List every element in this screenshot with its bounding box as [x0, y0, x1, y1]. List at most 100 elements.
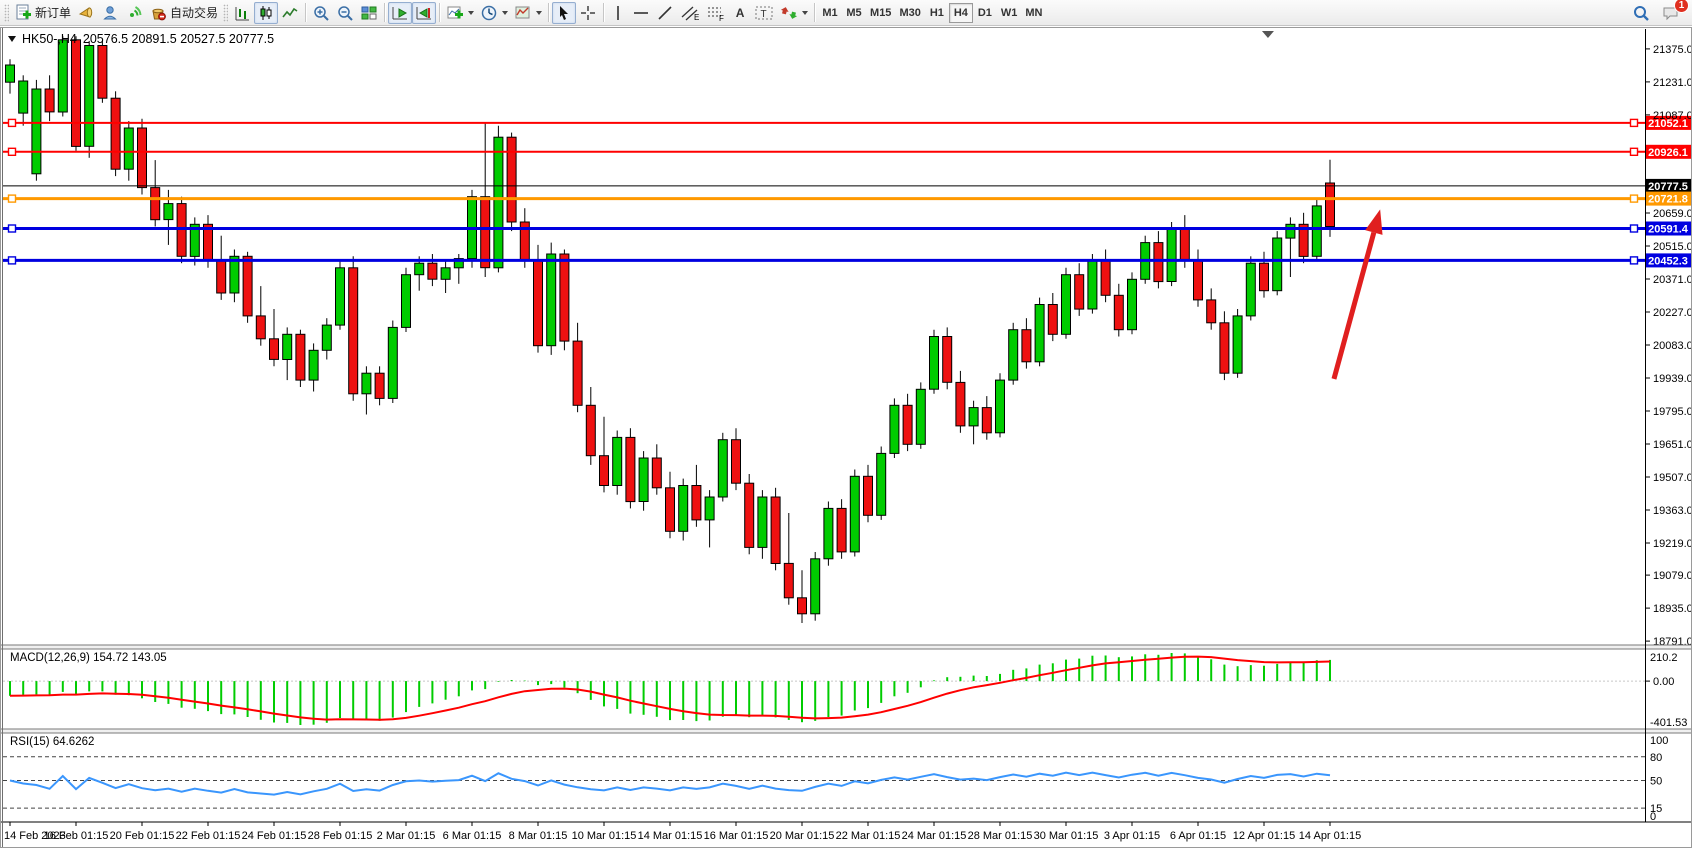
text-tool-icon: A [736, 6, 745, 20]
zoom-out-icon [336, 4, 354, 22]
horizontal-line-icon [632, 4, 650, 22]
svg-text:24 Mar 01:15: 24 Mar 01:15 [902, 830, 967, 842]
svg-text:10 Mar 01:15: 10 Mar 01:15 [572, 830, 637, 842]
zoom-in-icon [312, 4, 330, 22]
tile-windows-icon [360, 4, 378, 22]
toolbar-grip[interactable] [4, 4, 9, 22]
bar-chart-icon [233, 4, 251, 22]
text-tool[interactable]: A [729, 2, 751, 24]
arrows-tool[interactable] [777, 2, 811, 24]
tile-windows-button[interactable] [357, 2, 381, 24]
auto-trading-icon [149, 4, 167, 22]
tf-d1-button[interactable]: D1 [973, 3, 997, 23]
zoom-in-button[interactable] [309, 2, 333, 24]
tf-h1-button[interactable]: H1 [925, 3, 949, 23]
svg-text:19363.0: 19363.0 [1653, 505, 1692, 517]
svg-text:50: 50 [1650, 776, 1662, 788]
svg-text:T: T [761, 9, 767, 20]
search-button[interactable] [1629, 2, 1653, 24]
bar-chart-button[interactable] [230, 2, 254, 24]
trendline-tool[interactable] [653, 2, 677, 24]
auto-scroll-button[interactable] [388, 2, 412, 24]
svg-text:0.00: 0.00 [1653, 676, 1674, 688]
svg-text:20452.3: 20452.3 [1648, 255, 1688, 267]
svg-text:-401.53: -401.53 [1650, 717, 1687, 729]
svg-text:22 Feb 01:15: 22 Feb 01:15 [176, 830, 241, 842]
notifications-button[interactable]: 1 [1659, 2, 1684, 24]
svg-text:20 Mar 01:15: 20 Mar 01:15 [770, 830, 835, 842]
clock-icon [480, 4, 498, 22]
periods-button[interactable] [477, 2, 511, 24]
svg-text:22 Mar 01:15: 22 Mar 01:15 [836, 830, 901, 842]
svg-text:20083.0: 20083.0 [1653, 340, 1692, 352]
svg-text:20 Feb 01:15: 20 Feb 01:15 [110, 830, 175, 842]
svg-text:80: 80 [1650, 752, 1662, 764]
toolbar-grip[interactable] [223, 4, 228, 22]
auto-trading-button[interactable]: 自动交易 [146, 2, 221, 24]
top-toolbar: 新订单 自动交易 [0, 0, 1692, 26]
svg-text:20659.0: 20659.0 [1653, 208, 1692, 220]
indicators-caret-icon [468, 11, 474, 15]
chart-shift-icon [415, 4, 433, 22]
new-order-icon [14, 4, 32, 22]
indicators-icon [446, 4, 464, 22]
text-label-icon: T [754, 4, 774, 22]
svg-text:20777.5: 20777.5 [1648, 181, 1688, 193]
tf-m1-button[interactable]: M1 [818, 3, 842, 23]
svg-text:30 Mar 01:15: 30 Mar 01:15 [1034, 830, 1099, 842]
tf-w1-button[interactable]: W1 [997, 3, 1022, 23]
svg-text:20227.0: 20227.0 [1653, 307, 1692, 319]
horizontal-line-tool[interactable] [629, 2, 653, 24]
chart-shift-button[interactable] [412, 2, 436, 24]
svg-text:18935.0: 18935.0 [1653, 603, 1692, 615]
new-order-button[interactable]: 新订单 [11, 2, 74, 24]
fibonacci-icon: F [706, 4, 726, 22]
svg-text:14 Apr 01:15: 14 Apr 01:15 [1299, 830, 1361, 842]
community-button[interactable] [98, 2, 122, 24]
fibonacci-tool[interactable]: F [703, 2, 729, 24]
svg-text:24 Feb 01:15: 24 Feb 01:15 [242, 830, 307, 842]
mt4-terminal: { "toolbar": { "new_order": "新订单", "auto… [0, 0, 1692, 848]
svg-text:2 Mar 01:15: 2 Mar 01:15 [377, 830, 436, 842]
megaphone-icon [77, 4, 95, 22]
arrows-caret-icon [802, 11, 808, 15]
tf-m15-button[interactable]: M15 [866, 3, 895, 23]
zoom-out-button[interactable] [333, 2, 357, 24]
crosshair-icon [579, 4, 597, 22]
svg-text:6 Mar 01:15: 6 Mar 01:15 [443, 830, 502, 842]
templates-caret-icon [536, 11, 542, 15]
svg-text:19651.0: 19651.0 [1653, 439, 1692, 451]
ticker-button[interactable] [74, 2, 98, 24]
svg-text:19795.0: 19795.0 [1653, 406, 1692, 418]
search-icon [1632, 4, 1650, 22]
cursor-icon [555, 4, 573, 22]
chart-canvas[interactable]: 21052.120926.120777.520721.820591.420452… [0, 27, 1692, 848]
svg-text:21375.0: 21375.0 [1653, 44, 1692, 56]
templates-icon [514, 4, 532, 22]
vertical-line-icon [610, 4, 626, 22]
tf-mn-button[interactable]: MN [1021, 3, 1046, 23]
svg-text:6 Apr 01:15: 6 Apr 01:15 [1170, 830, 1226, 842]
tf-h4-button[interactable]: H4 [949, 3, 973, 23]
tf-m5-button[interactable]: M5 [842, 3, 866, 23]
candlestick-chart-button[interactable] [254, 2, 278, 24]
indicators-button[interactable] [443, 2, 477, 24]
tf-m30-button[interactable]: M30 [895, 3, 924, 23]
svg-text:19507.0: 19507.0 [1653, 472, 1692, 484]
text-label-tool[interactable]: T [751, 2, 777, 24]
vertical-line-tool[interactable] [607, 2, 629, 24]
new-order-label: 新订单 [35, 4, 71, 21]
channel-tool[interactable]: E [677, 2, 703, 24]
svg-text:F: F [719, 14, 724, 22]
line-chart-icon [281, 4, 299, 22]
svg-text:210.2: 210.2 [1650, 652, 1678, 664]
svg-text:14 Mar 01:15: 14 Mar 01:15 [638, 830, 703, 842]
svg-text:21231.0: 21231.0 [1653, 77, 1692, 89]
signals-button[interactable] [122, 2, 146, 24]
cursor-button[interactable] [552, 2, 576, 24]
line-chart-button[interactable] [278, 2, 302, 24]
trendline-icon [656, 4, 674, 22]
templates-button[interactable] [511, 2, 545, 24]
crosshair-button[interactable] [576, 2, 600, 24]
svg-text:20721.8: 20721.8 [1648, 194, 1688, 206]
